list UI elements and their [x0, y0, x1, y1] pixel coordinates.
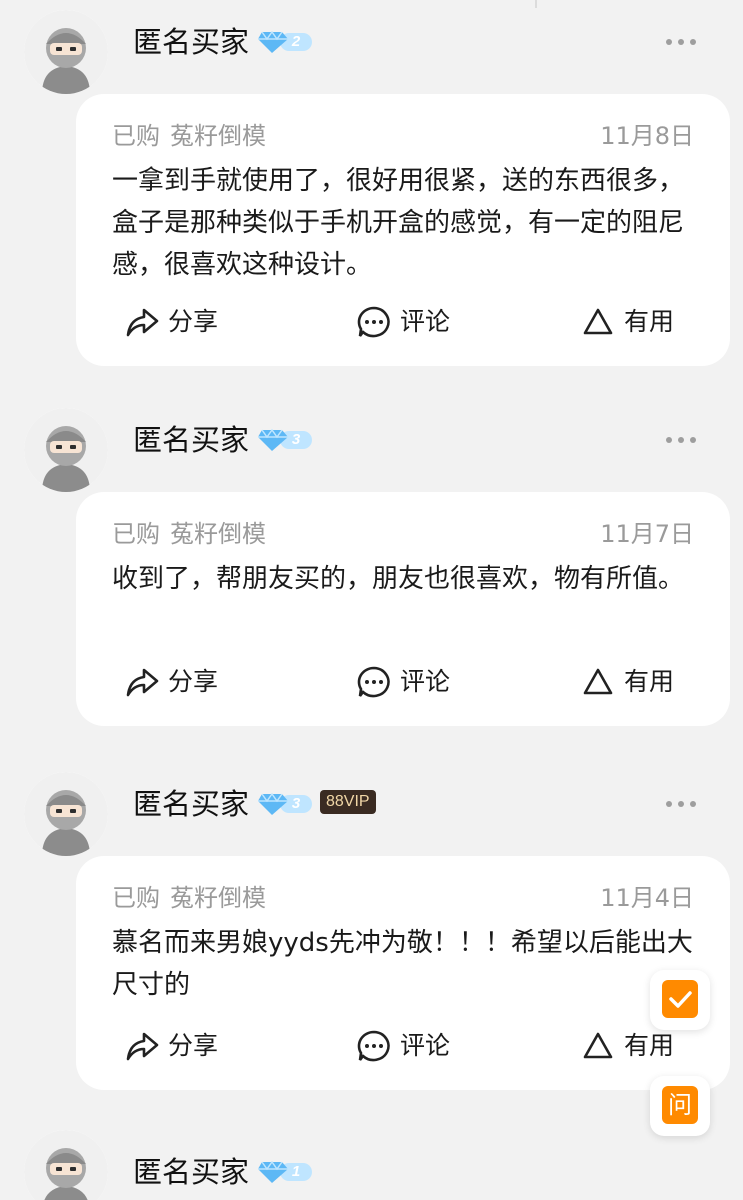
useful-label: 有用 [624, 307, 675, 336]
anonymous-avatar-icon [24, 10, 108, 94]
ask-floating-button[interactable]: 问 [650, 1076, 710, 1136]
username[interactable]: 匿名买家 [133, 22, 249, 62]
useful-button[interactable]: 有用 [580, 662, 680, 702]
share-icon [124, 305, 160, 339]
triangle-icon [580, 665, 616, 699]
avatar[interactable] [24, 408, 108, 492]
share-icon [124, 1029, 160, 1063]
review-card: 已购 菟籽倒模 11月7日 收到了，帮朋友买的，朋友也很喜欢，物有所值。 分享 评… [76, 492, 730, 726]
action-bar: 分享 评论 有用 [76, 1026, 730, 1066]
level-number: 1 [291, 1163, 301, 1180]
vip-badge: 88VIP [320, 790, 376, 814]
comment-button[interactable]: 评论 [356, 662, 456, 702]
review-date: 11月4日 [600, 884, 694, 912]
comment-icon [356, 1029, 392, 1063]
share-label: 分享 [168, 307, 219, 336]
anonymous-avatar-icon [24, 1130, 108, 1200]
useful-button[interactable]: 有用 [580, 302, 680, 342]
username[interactable]: 匿名买家 [133, 420, 249, 460]
level-number: 3 [291, 795, 301, 812]
share-button[interactable]: 分享 [124, 302, 224, 342]
review-item: 匿名买家 3 88VIP 已购 菟籽倒模 11月4日 慕名而来男娘yyds先冲为敬… [0, 762, 743, 1102]
anonymous-avatar-icon [24, 408, 108, 492]
useful-label: 有用 [624, 667, 675, 696]
share-label: 分享 [168, 1031, 219, 1060]
more-options-icon[interactable] [664, 32, 698, 52]
sku-label: 菟籽倒模 [170, 520, 266, 548]
level-badge: 2 [258, 30, 312, 54]
purchased-label: 已购 [112, 122, 160, 150]
useful-label: 有用 [624, 1031, 675, 1060]
sku-label: 菟籽倒模 [170, 122, 266, 150]
share-button[interactable]: 分享 [124, 1026, 224, 1066]
purchase-info: 已购 菟籽倒模 [112, 120, 276, 152]
review-date: 11月7日 [600, 520, 694, 548]
review-item: 匿名买家 3 已购 菟籽倒模 11月7日 收到了，帮朋友买的，朋友也很喜欢，物有所… [0, 398, 743, 738]
checklist-floating-button[interactable] [650, 970, 710, 1030]
comment-button[interactable]: 评论 [356, 1026, 456, 1066]
triangle-icon [580, 305, 616, 339]
review-text: 慕名而来男娘yyds先冲为敬！！！希望以后能出大尺寸的 [112, 928, 693, 1000]
comment-label: 评论 [400, 667, 451, 696]
action-bar: 分享 评论 有用 [76, 662, 730, 702]
comment-button[interactable]: 评论 [356, 302, 456, 342]
action-bar: 分享 评论 有用 [76, 302, 730, 342]
avatar[interactable] [24, 772, 108, 856]
level-badge: 1 [258, 1160, 312, 1184]
level-number: 2 [291, 33, 301, 50]
sku-label: 菟籽倒模 [170, 884, 266, 912]
review-text: 收到了，帮朋友买的，朋友也很喜欢，物有所值。 [112, 564, 685, 594]
anonymous-avatar-icon [24, 772, 108, 856]
review-card: 已购 菟籽倒模 11月4日 慕名而来男娘yyds先冲为敬！！！希望以后能出大尺寸的… [76, 856, 730, 1090]
comment-label: 评论 [400, 1031, 451, 1060]
purchased-label: 已购 [112, 884, 160, 912]
share-icon [124, 665, 160, 699]
review-card: 已购 菟籽倒模 11月8日 一拿到手就使用了，很好用很紧，送的东西很多，盒子是那种… [76, 94, 730, 366]
review-item: 匿名买家 2 已购 菟籽倒模 11月8日 一拿到手就使用了，很好用很紧，送的东西很… [0, 0, 743, 370]
level-number: 3 [291, 431, 301, 448]
purchase-info: 已购 菟籽倒模 [112, 518, 276, 550]
checklist-icon [662, 980, 698, 1018]
level-badge: 3 [258, 792, 312, 816]
useful-button[interactable]: 有用 [580, 1026, 680, 1066]
more-options-icon[interactable] [664, 794, 698, 814]
avatar[interactable] [24, 10, 108, 94]
level-badge: 3 [258, 428, 312, 452]
avatar[interactable] [24, 1130, 108, 1200]
purchase-info: 已购 菟籽倒模 [112, 882, 276, 914]
triangle-icon [580, 1029, 616, 1063]
review-date: 11月8日 [600, 122, 694, 150]
username[interactable]: 匿名买家 [133, 1152, 249, 1192]
purchased-label: 已购 [112, 520, 160, 548]
review-item: 匿名买家 1 [0, 1126, 743, 1200]
comment-icon [356, 665, 392, 699]
comment-label: 评论 [400, 307, 451, 336]
share-label: 分享 [168, 667, 219, 696]
username[interactable]: 匿名买家 [133, 784, 249, 824]
more-options-icon[interactable] [664, 430, 698, 450]
review-text: 一拿到手就使用了，很好用很紧，送的东西很多，盒子是那种类似于手机开盒的感觉，有一… [112, 166, 685, 280]
comment-icon [356, 305, 392, 339]
share-button[interactable]: 分享 [124, 662, 224, 702]
ask-label: 问 [662, 1086, 698, 1124]
